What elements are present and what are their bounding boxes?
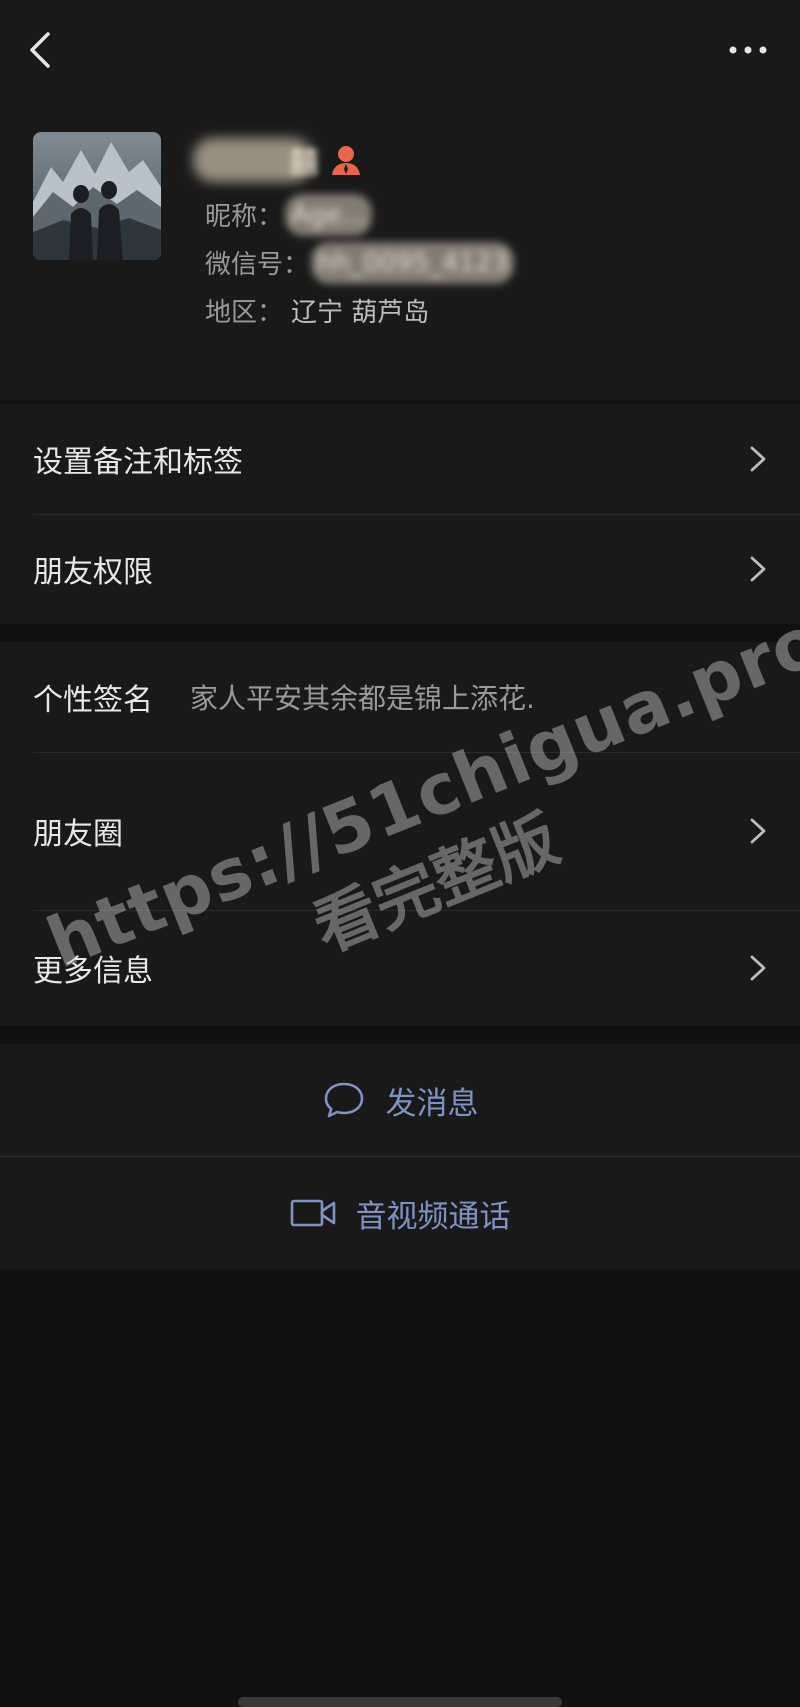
details-section: 个性签名 家人平安其余都是锦上添花. 朋友圈 更多信息 <box>0 642 800 1026</box>
contact-name: 囍 <box>193 130 363 190</box>
region-line: 地区： 辽宁 葫芦岛 <box>205 292 429 329</box>
wechat-id-label: 微信号： <box>205 250 310 280</box>
name-visible-glyph: 囍 <box>289 146 319 181</box>
remark-tags-label: 设置备注和标签 <box>33 445 243 480</box>
signature-row: 个性签名 家人平安其余都是锦上添花. <box>0 642 800 752</box>
video-call-button[interactable]: 音视频通话 <box>0 1157 800 1269</box>
friend-permissions-row[interactable]: 朋友权限 <box>0 514 800 624</box>
profile-card: 囍 昵称： Age... 微信号： hh_0095_4123 地区： 辽宁 葫芦… <box>0 100 800 400</box>
nickname-line: 昵称： Age... <box>205 193 373 236</box>
remark-tags-row[interactable]: 设置备注和标签 <box>0 404 800 514</box>
home-indicator[interactable] <box>238 1697 562 1707</box>
avatar[interactable] <box>33 132 161 260</box>
signature-value: 家人平安其余都是锦上添花. <box>190 682 535 715</box>
chevron-left-icon <box>30 32 50 68</box>
more-info-label: 更多信息 <box>33 954 153 989</box>
chevron-right-icon <box>750 955 766 981</box>
settings-section: 设置备注和标签 朋友权限 <box>0 404 800 624</box>
region-label: 地区： <box>205 298 284 328</box>
more-button[interactable] <box>718 28 778 72</box>
chat-bubble-icon <box>324 1082 363 1118</box>
send-message-button[interactable]: 发消息 <box>0 1044 800 1156</box>
more-dots-icon <box>729 46 767 54</box>
video-call-label: 音视频通话 <box>355 1198 511 1235</box>
person-star-icon <box>332 146 360 175</box>
nickname-label: 昵称： <box>205 202 284 232</box>
back-button[interactable] <box>18 24 62 76</box>
moments-row[interactable]: 朋友圈 <box>0 752 800 910</box>
moments-label: 朋友圈 <box>33 817 123 852</box>
friend-permissions-label: 朋友权限 <box>33 555 153 590</box>
wechat-id-line: 微信号： hh_0095_4123 <box>205 241 515 284</box>
top-bar <box>0 0 800 100</box>
region-value: 辽宁 葫芦岛 <box>291 298 430 328</box>
chevron-right-icon <box>750 556 766 582</box>
signature-label: 个性签名 <box>33 683 153 718</box>
video-camera-icon <box>290 1199 335 1227</box>
more-info-row[interactable]: 更多信息 <box>0 910 800 1026</box>
nickname-value: Age... <box>285 193 373 236</box>
send-message-label: 发消息 <box>385 1085 479 1122</box>
chevron-right-icon <box>750 446 766 472</box>
chevron-right-icon <box>750 818 766 844</box>
wechat-id-value: hh_0095_4123 <box>311 241 515 284</box>
avatar-image <box>33 132 161 260</box>
